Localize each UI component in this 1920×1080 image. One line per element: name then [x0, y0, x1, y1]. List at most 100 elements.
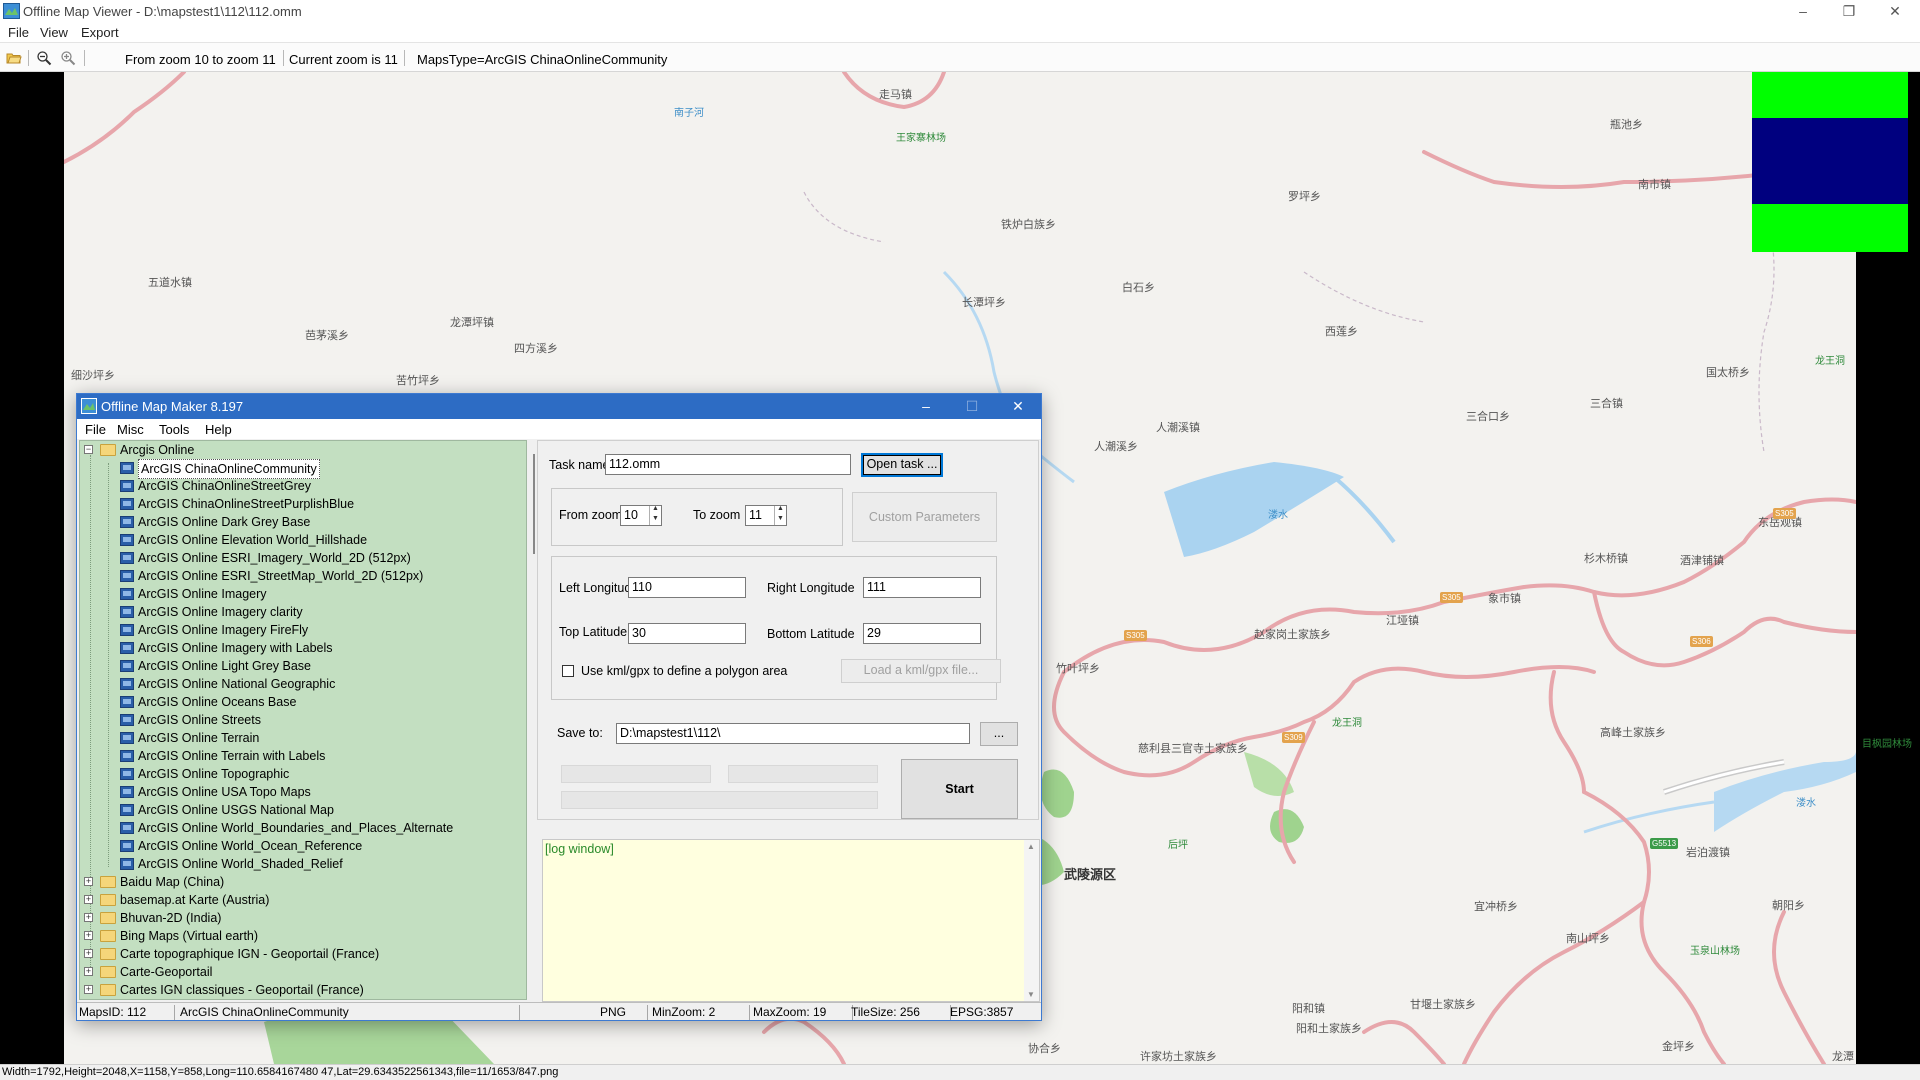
expand-icon[interactable]: + — [84, 931, 93, 940]
toolbar-separator — [283, 50, 284, 66]
map-place-label: 江垭镇 — [1386, 615, 1419, 627]
left-longitude-label: Left Longitude — [559, 581, 639, 595]
left-longitude-input[interactable]: 110 — [628, 577, 746, 598]
tree-label: ArcGIS Online Dark Grey Base — [138, 515, 311, 529]
to-zoom-value: 11 — [749, 508, 762, 522]
zoom-out-icon[interactable] — [36, 50, 52, 66]
load-kml-button[interactable]: Load a kml/gpx file... — [841, 659, 1001, 683]
to-zoom-label: To zoom — [693, 508, 741, 522]
dialog-minimize-button[interactable]: – — [903, 394, 949, 419]
map-tile-icon — [120, 822, 134, 834]
spinner-arrows-icon[interactable] — [774, 506, 786, 525]
zoom-in-icon[interactable] — [60, 50, 76, 66]
map-place-label: 五道水镇 — [148, 277, 192, 289]
progress-bar — [728, 765, 878, 783]
tree-label: ArcGIS Online National Geographic — [138, 677, 336, 691]
folder-icon — [100, 912, 116, 924]
from-zoom-spinner[interactable]: 10 — [620, 505, 662, 526]
dialog-menu-misc[interactable]: Misc — [117, 422, 144, 437]
task-name-input[interactable]: 112.omm — [605, 454, 851, 475]
save-to-input[interactable]: D:\mapstest1\112\ — [616, 723, 970, 744]
map-tile-icon — [120, 462, 134, 474]
tree-label: ArcGIS Online Light Grey Base — [138, 659, 311, 673]
map-place-label: 白石乡 — [1122, 282, 1155, 294]
dialog-menu-file[interactable]: File — [85, 422, 106, 437]
tree-label: ArcGIS Online World_Ocean_Reference — [138, 839, 363, 853]
right-longitude-input[interactable]: 111 — [863, 577, 981, 598]
map-tile-icon — [120, 768, 134, 780]
menu-file[interactable]: File — [8, 25, 29, 40]
log-scrollbar[interactable]: ▲ ▼ — [1024, 840, 1039, 1001]
map-place-label: 龙王洞 — [1815, 356, 1845, 367]
tree-label: ArcGIS Online Oceans Base — [138, 695, 297, 709]
tree-label: ArcGIS Online USA Topo Maps — [138, 785, 311, 799]
scroll-down-icon[interactable]: ▼ — [1027, 990, 1035, 999]
progress-bar — [561, 791, 878, 809]
dialog-statusbar: MapsID: 112 ArcGIS ChinaOnlineCommunity … — [77, 1002, 1041, 1020]
folder-icon — [100, 876, 116, 888]
use-kml-checkbox[interactable] — [562, 665, 574, 677]
restore-button[interactable]: ❐ — [1826, 0, 1872, 24]
expand-icon[interactable]: + — [84, 949, 93, 958]
dialog-close-button[interactable]: ✕ — [995, 394, 1041, 419]
tree-line — [108, 463, 109, 867]
task-name-label: Task name — [549, 458, 610, 472]
expand-icon[interactable]: + — [84, 913, 93, 922]
map-tile-icon — [120, 498, 134, 510]
menu-export[interactable]: Export — [81, 25, 119, 40]
map-place-label: 朝阳乡 — [1772, 900, 1805, 912]
map-place-label: 杉木桥镇 — [1584, 553, 1628, 565]
map-place-label: 高峰土家族乡 — [1600, 727, 1666, 739]
toolbar-separator — [404, 50, 405, 66]
custom-parameters-button[interactable]: Custom Parameters — [852, 492, 997, 542]
map-tile-icon — [120, 480, 134, 492]
map-type-tree[interactable]: − Arcgis Online ArcGIS ChinaOnlineCommun… — [79, 440, 527, 1000]
tree-label: Carte-Geoportail — [120, 965, 213, 979]
map-tile-icon — [120, 696, 134, 708]
map-place-label: 宜冲桥乡 — [1474, 901, 1518, 913]
menu-view[interactable]: View — [40, 25, 68, 40]
open-folder-icon[interactable] — [6, 50, 22, 66]
tree-label: ArcGIS Online Topographic — [138, 767, 290, 781]
expand-icon[interactable]: + — [84, 967, 93, 976]
dialog-menu-tools[interactable]: Tools — [159, 422, 189, 437]
map-place-label: 金坪乡 — [1662, 1041, 1695, 1053]
map-tile-icon — [120, 606, 134, 618]
scroll-up-icon[interactable]: ▲ — [1027, 842, 1035, 851]
road-badge: S305 — [1440, 592, 1463, 603]
maps-type-text: MapsType=ArcGIS ChinaOnlineCommunity — [417, 52, 668, 67]
main-menubar: File View Export — [0, 24, 1920, 42]
map-place-label: 甘堰土家族乡 — [1410, 999, 1476, 1011]
start-button[interactable]: Start — [901, 759, 1018, 819]
browse-button[interactable]: ... — [980, 722, 1018, 746]
map-tile-icon — [120, 534, 134, 546]
map-tile-icon — [120, 732, 134, 744]
open-task-button[interactable]: Open task ... — [861, 453, 943, 477]
map-place-label: 人潮溪镇 — [1156, 422, 1200, 434]
expand-icon[interactable]: + — [84, 877, 93, 886]
road-badge: S309 — [1282, 732, 1305, 743]
map-water-label: 溇水 — [1268, 510, 1288, 521]
dialog-menu-help[interactable]: Help — [205, 422, 232, 437]
map-place-label: 国太桥乡 — [1706, 367, 1750, 379]
minimize-button[interactable]: – — [1780, 0, 1826, 24]
dialog-maximize-button[interactable]: ☐ — [949, 394, 995, 419]
map-place-label: 走马镇 — [879, 89, 912, 101]
map-tile-icon — [120, 840, 134, 852]
map-place-label: 苦竹坪乡 — [396, 375, 440, 387]
expand-icon[interactable]: + — [84, 985, 93, 994]
map-tile-icon — [120, 804, 134, 816]
expand-icon[interactable]: + — [84, 895, 93, 904]
tree-label: ArcGIS Online Terrain with Labels — [138, 749, 326, 763]
collapse-icon[interactable]: − — [84, 445, 93, 454]
map-place-label: 目枫园林场 — [1862, 739, 1912, 750]
save-to-label: Save to: — [557, 726, 603, 740]
close-button[interactable]: ✕ — [1872, 0, 1918, 24]
log-window[interactable]: [log window] ▲ ▼ — [542, 839, 1040, 1002]
top-latitude-input[interactable]: 30 — [628, 623, 746, 644]
spinner-arrows-icon[interactable] — [649, 506, 661, 525]
bottom-latitude-input[interactable]: 29 — [863, 623, 981, 644]
folder-open-icon — [100, 444, 116, 456]
toolbar-separator — [84, 50, 85, 66]
to-zoom-spinner[interactable]: 11 — [745, 505, 787, 526]
